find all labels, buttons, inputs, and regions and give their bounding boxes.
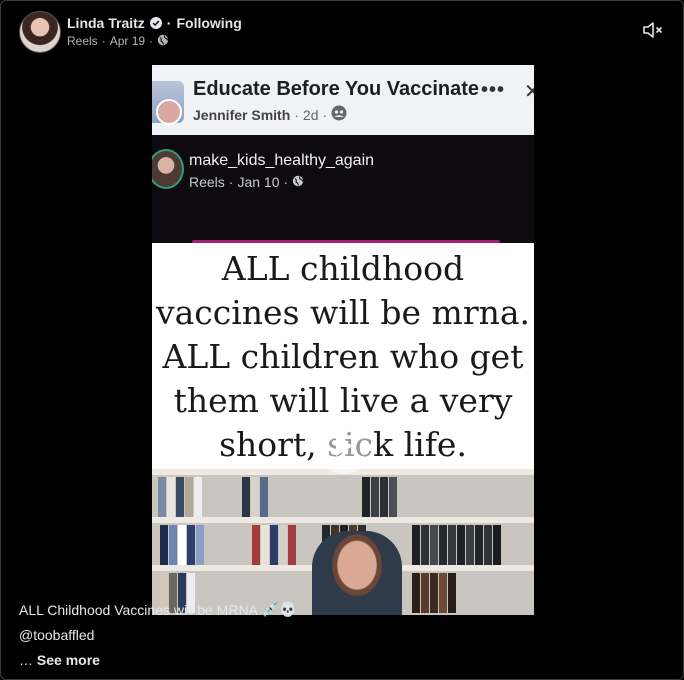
video-embedded-group-header: Educate Before You Vaccinate ••• ✕ Jenni… [152, 65, 534, 135]
globe-icon [157, 34, 169, 49]
embedded-separator: · [294, 106, 299, 123]
following-button[interactable]: Following [176, 15, 241, 31]
caption-text: ALL Childhood Vaccines will be MRNA [19, 601, 258, 618]
play-icon [336, 436, 353, 456]
embedded-time: 2d [302, 106, 319, 123]
embedded-reel-source: Reels [189, 174, 225, 190]
volume-muted-icon[interactable] [641, 19, 665, 41]
speaker-person [312, 531, 402, 615]
caption-mention-link[interactable]: @toobaffled [19, 627, 94, 643]
quote-line: ALL childhood [221, 249, 465, 288]
post-date-link[interactable]: Apr 19 [110, 34, 145, 48]
globe-icon [292, 174, 304, 190]
embedded-reel-date: Jan 10 [237, 174, 280, 190]
embedded-reel-avatar [152, 149, 184, 189]
quote-line: them will live a very [173, 381, 513, 420]
see-more-button[interactable]: See more [37, 652, 100, 668]
embedded-group-title: Educate Before You Vaccinate [193, 78, 480, 100]
embedded-reel-header: make_kids_healthy_again Reels · Jan 10 · [152, 135, 534, 243]
reel-post: Linda Traitz · Following Reels · Apr 19 … [0, 0, 684, 680]
embedded-reel-separator: · [228, 174, 234, 190]
caption-see-more-line: … See more [19, 652, 100, 668]
source-link[interactable]: Reels [67, 34, 98, 48]
quote-line: vaccines will be mrna. [155, 293, 531, 332]
meta-separator: · [101, 34, 106, 48]
header-separator: · [166, 15, 172, 31]
embedded-separator-2: · [322, 106, 328, 123]
embedded-reel-username: make_kids_healthy_again [189, 152, 375, 169]
author-avatar[interactable] [19, 11, 61, 53]
embedded-group-meta: Jennifer Smith · 2d · [193, 105, 347, 124]
embedded-reel-separator-2: · [283, 174, 289, 190]
group-avatar [152, 81, 184, 125]
play-button[interactable] [316, 418, 372, 474]
embedded-author: Jennifer Smith [193, 106, 291, 123]
embedded-reel-meta: Reels · Jan 10 · [189, 174, 304, 190]
post-meta: Reels · Apr 19 · [67, 34, 169, 48]
reel-video[interactable]: Educate Before You Vaccinate ••• ✕ Jenni… [152, 65, 534, 615]
more-icon: ••• [481, 79, 506, 101]
group-icon [331, 105, 347, 124]
quote-line: ALL children who get [162, 337, 524, 376]
verified-badge-icon [149, 17, 162, 29]
video-bookshelf-scene [152, 469, 534, 615]
caption-line: ALL Childhood Vaccines will be MRNA 💉💀 [19, 601, 297, 618]
author-name[interactable]: Linda Traitz [67, 15, 145, 31]
close-icon: ✕ [524, 81, 534, 103]
caption-emojis: 💉💀 [261, 601, 297, 617]
post-header: Linda Traitz · Following [67, 14, 242, 32]
meta-separator-2: · [149, 34, 154, 48]
caption-ellipsis: … [19, 652, 33, 668]
